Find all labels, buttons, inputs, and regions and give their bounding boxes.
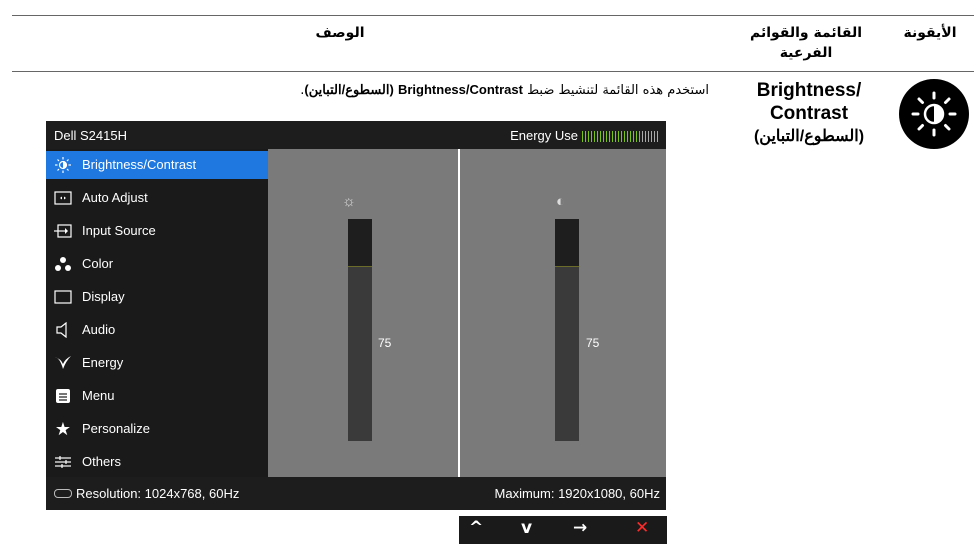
- energy-use: Energy Use: [510, 128, 660, 143]
- menu-item-label: Color: [82, 256, 114, 271]
- brightness-icon: [54, 157, 72, 173]
- menu-item-label: Audio: [82, 322, 116, 337]
- resolution-text: Resolution: 1024x768, 60Hz: [76, 486, 240, 501]
- brightness-value: 75: [378, 336, 392, 350]
- menu-item-label: Energy: [82, 355, 124, 370]
- auto-adjust-icon: [54, 190, 72, 206]
- energy-use-label: Energy Use: [510, 128, 578, 143]
- close-icon[interactable]: ✕: [635, 518, 649, 538]
- description: استخدم هذه القائمة لتنشيط ضبط Brightness…: [300, 82, 709, 98]
- description-prefix: استخدم هذه القائمة لتنشيط ضبط: [527, 83, 709, 98]
- resolution-icon: [54, 489, 72, 498]
- menu-item-label: Menu: [82, 388, 115, 403]
- menu-item-label: Others: [82, 454, 122, 469]
- menu-name-line1: Brightness/: [756, 80, 862, 101]
- osd-bottom-bar: Resolution: 1024x768, 60Hz Maximum: 1920…: [46, 477, 666, 510]
- display-icon: [54, 289, 72, 305]
- menu-icon: [54, 388, 72, 404]
- menu-name-arabic: (السطوع/التباين): [753, 128, 865, 145]
- star-icon: ★: [54, 419, 72, 439]
- energy-icon: [54, 355, 72, 371]
- sun-icon: ☼: [342, 193, 356, 210]
- osd-model-title: Dell S2415H: [54, 128, 127, 143]
- menu-item-menu[interactable]: Menu: [46, 382, 268, 410]
- menu-item-label: Brightness/Contrast: [82, 157, 197, 172]
- header-menu-line1: القائمة والقوائم: [749, 25, 863, 41]
- header-top-rule: [12, 15, 974, 16]
- header-description-column: الوصف: [315, 25, 365, 41]
- maximum-resolution-text: Maximum: 1920x1080, 60Hz: [494, 486, 660, 501]
- brightness-slider-empty: [348, 219, 372, 267]
- menu-item-display[interactable]: Display: [46, 283, 268, 311]
- osd-nav-buttons: ^ v → ✕: [459, 516, 667, 544]
- brightness-icon: [899, 79, 969, 149]
- menu-item-input-source[interactable]: Input Source: [46, 217, 268, 245]
- menu-item-auto-adjust[interactable]: Auto Adjust: [46, 184, 268, 212]
- header-menu-column: القائمة والقوائم الفرعية: [745, 23, 867, 63]
- menu-item-label: Display: [82, 289, 125, 304]
- header-bottom-rule: [12, 71, 974, 72]
- header-menu-line2: الفرعية: [779, 45, 833, 61]
- menu-item-personalize[interactable]: ★ Personalize: [46, 415, 268, 443]
- menu-item-others[interactable]: Others: [46, 448, 268, 476]
- contrast-icon: ◐: [556, 193, 566, 210]
- menu-item-energy[interactable]: Energy: [46, 349, 268, 377]
- osd-top-bar: Dell S2415H Energy Use: [46, 121, 666, 149]
- description-bold: Brightness/Contrast: [397, 82, 523, 97]
- osd-menu: Brightness/Contrast Auto Adjust Input So…: [46, 149, 268, 477]
- input-source-icon: [54, 223, 72, 239]
- menu-name: Brightness/ Contrast (السطوع/التباين): [749, 79, 869, 148]
- description-bold-arabic: (السطوع/التباين): [304, 82, 394, 97]
- color-icon: [54, 256, 72, 272]
- header-icon-column: الأيقونة: [903, 25, 957, 41]
- brightness-pane: ☼ 75: [268, 149, 458, 477]
- contrast-slider-empty: [555, 219, 579, 267]
- down-arrow-icon[interactable]: v: [521, 518, 532, 538]
- contrast-pane: ◐ 75: [460, 149, 666, 477]
- menu-item-label: Personalize: [82, 421, 150, 436]
- osd-screen: Dell S2415H Energy Use Brightness/Contra…: [46, 121, 666, 510]
- menu-item-label: Auto Adjust: [82, 190, 148, 205]
- menu-item-color[interactable]: Color: [46, 250, 268, 278]
- menu-item-brightness-contrast[interactable]: Brightness/Contrast: [46, 151, 268, 179]
- others-icon: [54, 454, 72, 470]
- menu-item-label: Input Source: [82, 223, 156, 238]
- right-arrow-icon[interactable]: →: [573, 518, 587, 538]
- menu-name-line2: Contrast: [769, 103, 849, 124]
- contrast-slider[interactable]: [555, 219, 579, 441]
- brightness-slider[interactable]: [348, 219, 372, 441]
- audio-icon: [54, 321, 72, 339]
- contrast-value: 75: [586, 336, 600, 350]
- menu-item-audio[interactable]: Audio: [46, 316, 268, 344]
- energy-use-bars-empty: [642, 131, 660, 143]
- energy-use-bars: [582, 131, 642, 143]
- up-arrow-icon[interactable]: ^: [469, 518, 483, 538]
